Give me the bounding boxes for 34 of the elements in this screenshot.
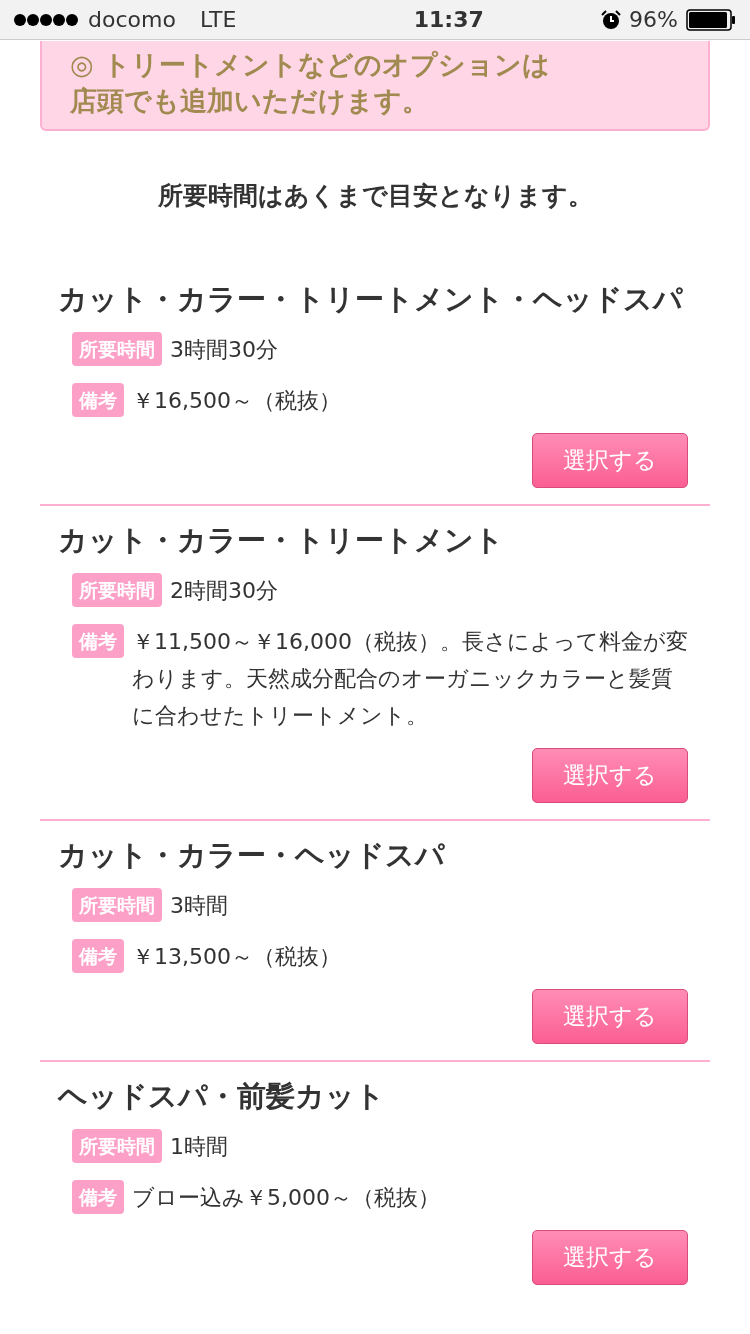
duration-tag: 所要時間 (72, 1128, 162, 1163)
remarks-tag: 備考 (72, 1179, 124, 1214)
duration-tag: 所要時間 (72, 331, 162, 366)
duration-text: 2時間30分 (170, 576, 278, 605)
duration-note: 所要時間はあくまで目安となります。 (156, 180, 594, 212)
clock-time: 11:37 (413, 6, 484, 34)
select-button[interactable]: 選択する (532, 432, 688, 488)
menu-title: カット・カラー・トリートメント・ヘッドスパ (58, 280, 684, 317)
menu-title: カット・カラー・トリートメント (58, 521, 505, 558)
alarm-clock-icon (601, 9, 622, 30)
remarks-tag: 備考 (72, 938, 124, 973)
remarks-text: ブロー込み￥5,000～（税抜） (132, 1183, 440, 1212)
duration-text: 1時間 (170, 1132, 228, 1161)
signal-icon (14, 12, 80, 27)
duration-tag: 所要時間 (72, 887, 162, 922)
remarks-tag: 備考 (72, 382, 124, 417)
battery-percentage: 96% (629, 6, 678, 34)
battery-icon (686, 8, 736, 31)
select-button[interactable]: 選択する (532, 988, 688, 1044)
carrier-name: docomo (88, 6, 176, 34)
menu-title: ヘッドスパ・前髪カット (58, 1077, 386, 1114)
remarks-tag: 備考 (72, 623, 124, 658)
notice-text: ◎ トリートメントなどのオプションは (70, 48, 551, 82)
select-button[interactable]: 選択する (532, 1229, 688, 1285)
network-type: LTE (199, 6, 237, 34)
remarks-text: ￥16,500～（税抜） (132, 386, 341, 415)
duration-text: 3時間30分 (170, 335, 278, 364)
notice-text: 店頭でも追加いただけます。 (70, 84, 430, 118)
duration-text: 3時間 (170, 891, 228, 920)
select-button[interactable]: 選択する (532, 747, 688, 803)
remarks-text: ￥13,500～（税抜） (132, 942, 341, 971)
duration-tag: 所要時間 (72, 572, 162, 607)
menu-title: カット・カラー・ヘッドスパ (58, 836, 446, 873)
remarks-text: ￥11,500～￥16,000（税抜）。長さによって料金が変わります。天然成分配合のオーガニックカラーと髪質に合わせたトリートメント。 (132, 627, 689, 730)
